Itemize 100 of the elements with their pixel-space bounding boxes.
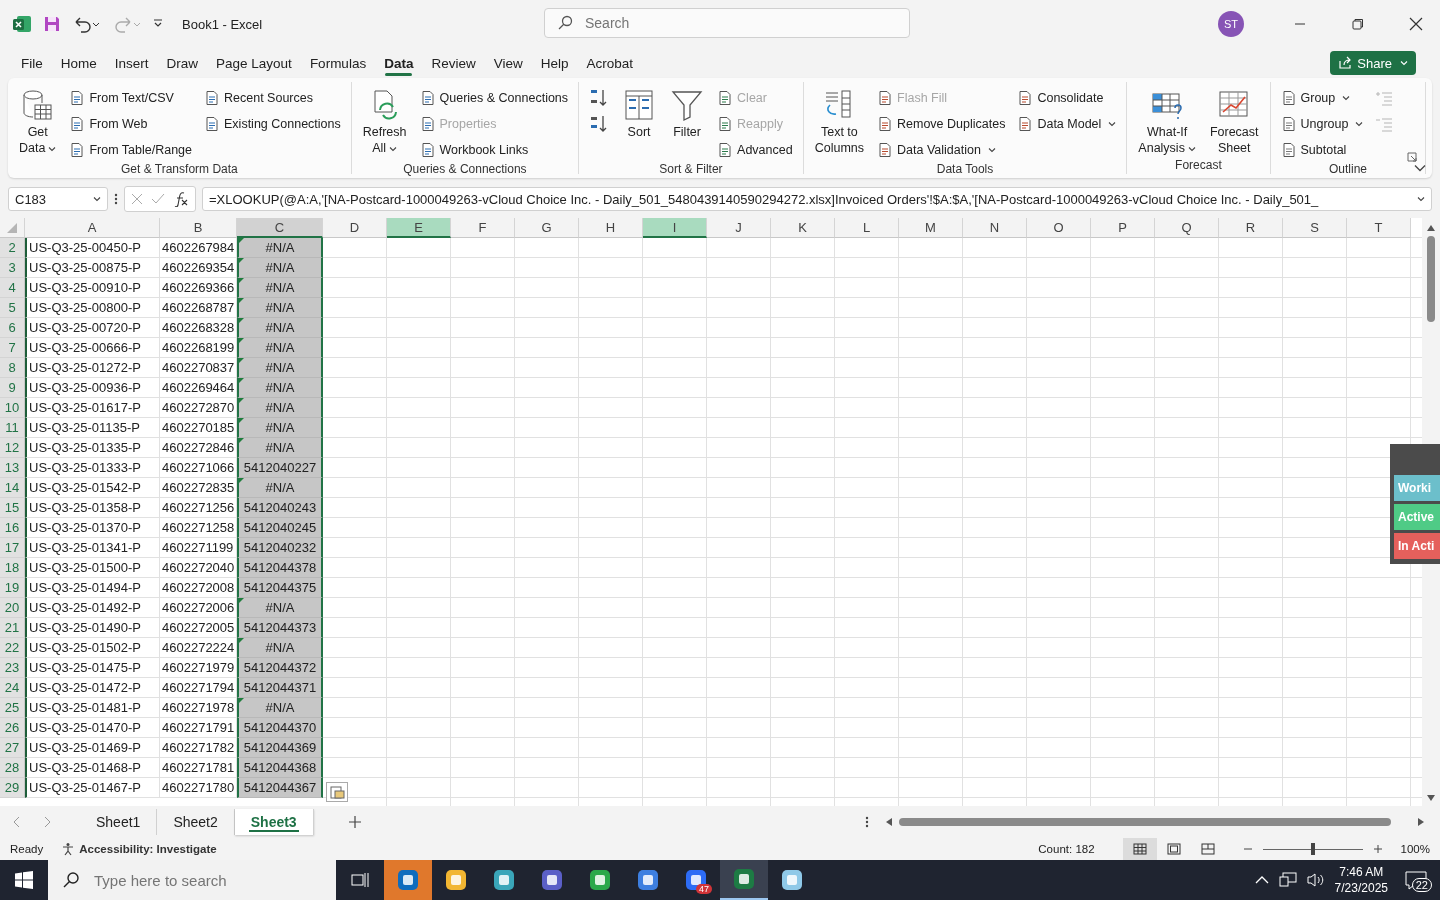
close-icon[interactable] — [1409, 17, 1423, 31]
ribbon-button[interactable]: Data Validation — [875, 138, 1008, 162]
row-header[interactable]: 9 — [0, 378, 25, 398]
column-header[interactable]: E — [387, 218, 451, 238]
zoom-in-icon[interactable] — [1372, 844, 1383, 854]
error-flag-icon[interactable] — [239, 338, 244, 343]
more-icon[interactable] — [114, 192, 118, 206]
column-header[interactable]: C — [237, 218, 323, 238]
column-header[interactable]: H — [579, 218, 643, 238]
column-header[interactable]: P — [1091, 218, 1155, 238]
column-header[interactable]: B — [160, 218, 237, 238]
error-flag-icon[interactable] — [239, 698, 244, 703]
app-icon[interactable] — [588, 868, 612, 892]
menu-tab[interactable]: Formulas — [300, 49, 376, 77]
row-header[interactable]: 17 — [0, 538, 25, 558]
menu-tab[interactable]: Data — [375, 49, 423, 77]
task-view-icon[interactable] — [351, 872, 369, 888]
row-header[interactable]: 26 — [0, 718, 25, 738]
ribbon-button[interactable]: Consolidate — [1015, 86, 1119, 110]
ribbon-button[interactable]: Text to Columns — [811, 86, 867, 162]
row-header[interactable]: 28 — [0, 758, 25, 778]
column-header[interactable]: S — [1283, 218, 1347, 238]
row-header[interactable]: 6 — [0, 318, 25, 338]
row-header[interactable]: 15 — [0, 498, 25, 518]
error-flag-icon[interactable] — [239, 258, 244, 263]
scroll-up-icon[interactable] — [1426, 224, 1436, 232]
app-icon[interactable] — [444, 868, 468, 892]
ribbon-button[interactable]: Advanced — [715, 138, 795, 162]
app-icon[interactable] — [732, 867, 756, 891]
ribbon-button[interactable]: Recent Sources — [202, 86, 343, 110]
ribbon-button[interactable]: Subtotal — [1278, 138, 1366, 162]
column-header[interactable]: M — [899, 218, 963, 238]
ribbon-button[interactable]: Queries & Connections — [417, 86, 571, 110]
row-header[interactable]: 8 — [0, 358, 25, 378]
error-flag-icon[interactable] — [239, 278, 244, 283]
scroll-left-icon[interactable] — [885, 817, 893, 827]
row-header[interactable]: 3 — [0, 258, 25, 278]
column-header[interactable]: I — [643, 218, 707, 238]
more-icon[interactable] — [865, 815, 869, 829]
user-avatar[interactable]: ST — [1218, 11, 1244, 37]
paste-options-button[interactable] — [326, 782, 348, 802]
ribbon-button[interactable]: Remove Duplicates — [875, 112, 1008, 136]
column-header[interactable]: D — [323, 218, 387, 238]
app-icon[interactable] — [492, 868, 516, 892]
ribbon-button[interactable]: Refresh All — [359, 86, 410, 162]
error-flag-icon[interactable] — [239, 398, 244, 403]
row-header[interactable]: 2 — [0, 238, 25, 258]
row-header[interactable]: 10 — [0, 398, 25, 418]
column-header[interactable]: F — [451, 218, 515, 238]
menu-tab[interactable]: Review — [422, 49, 485, 77]
row-header[interactable]: 29 — [0, 778, 25, 798]
row-header[interactable]: 27 — [0, 738, 25, 758]
check-icon[interactable] — [151, 193, 165, 205]
menu-tab[interactable]: Page Layout — [207, 49, 301, 77]
row-header[interactable]: 22 — [0, 638, 25, 658]
error-flag-icon[interactable] — [239, 418, 244, 423]
row-header[interactable]: 20 — [0, 598, 25, 618]
ribbon-button[interactable]: Data Model — [1015, 112, 1119, 136]
formula-field[interactable]: =XLOOKUP(@A:A,'[NA-Postcard-1000049263-vCloud Choice Inc. - Daily_501_5480439140590294272.xlsx]Invoiced Orders'!$A:$A,'[NA-Postcard-1000049263-vCloud Choice Inc. - Daily_501_ — [202, 187, 1432, 211]
row-header[interactable]: 13 — [0, 458, 25, 478]
zoom-level[interactable]: 100% — [1400, 843, 1430, 855]
column-header[interactable]: T — [1347, 218, 1411, 238]
scroll-right-icon[interactable] — [1417, 817, 1425, 827]
column-header[interactable]: N — [963, 218, 1027, 238]
app-icon[interactable] — [540, 868, 564, 892]
error-flag-icon[interactable] — [239, 438, 244, 443]
ribbon-button[interactable]: Workbook Links — [417, 138, 571, 162]
ribbon-button[interactable]: Sort — [619, 86, 660, 162]
ribbon-button[interactable]: Group — [1278, 86, 1366, 110]
ribbon-button[interactable]: Get Data — [16, 86, 60, 162]
row-header[interactable]: 23 — [0, 658, 25, 678]
windows-logo-icon[interactable] — [15, 871, 33, 889]
ribbon-button[interactable]: What-If Analysis — [1135, 86, 1199, 158]
row-header[interactable]: 16 — [0, 518, 25, 538]
menu-tab[interactable]: View — [484, 49, 532, 77]
menu-tab[interactable]: Help — [531, 49, 578, 77]
row-header[interactable]: 5 — [0, 298, 25, 318]
scrollbar-thumb[interactable] — [899, 818, 1391, 826]
row-header[interactable]: 19 — [0, 578, 25, 598]
error-flag-icon[interactable] — [239, 598, 244, 603]
error-flag-icon[interactable] — [239, 318, 244, 323]
row-header[interactable]: 12 — [0, 438, 25, 458]
scroll-down-icon[interactable] — [1426, 794, 1436, 802]
scrollbar-thumb[interactable] — [1427, 236, 1435, 322]
ribbon-button[interactable]: From Web — [67, 112, 194, 136]
name-box[interactable]: C183 — [8, 187, 108, 211]
row-header[interactable]: 11 — [0, 418, 25, 438]
column-header[interactable]: K — [771, 218, 835, 238]
share-button[interactable]: Share — [1330, 51, 1416, 75]
app-icon[interactable] — [636, 868, 660, 892]
row-header[interactable]: 25 — [0, 698, 25, 718]
error-flag-icon[interactable] — [239, 478, 244, 483]
save-icon[interactable] — [42, 14, 62, 34]
row-header[interactable]: 24 — [0, 678, 25, 698]
app-icon[interactable] — [780, 868, 804, 892]
add-sheet-icon[interactable] — [347, 815, 362, 829]
sheet-tab[interactable]: Sheet1 — [80, 809, 158, 835]
error-flag-icon[interactable] — [239, 238, 244, 243]
row-header[interactable]: 7 — [0, 338, 25, 358]
cancel-icon[interactable] — [131, 193, 143, 205]
